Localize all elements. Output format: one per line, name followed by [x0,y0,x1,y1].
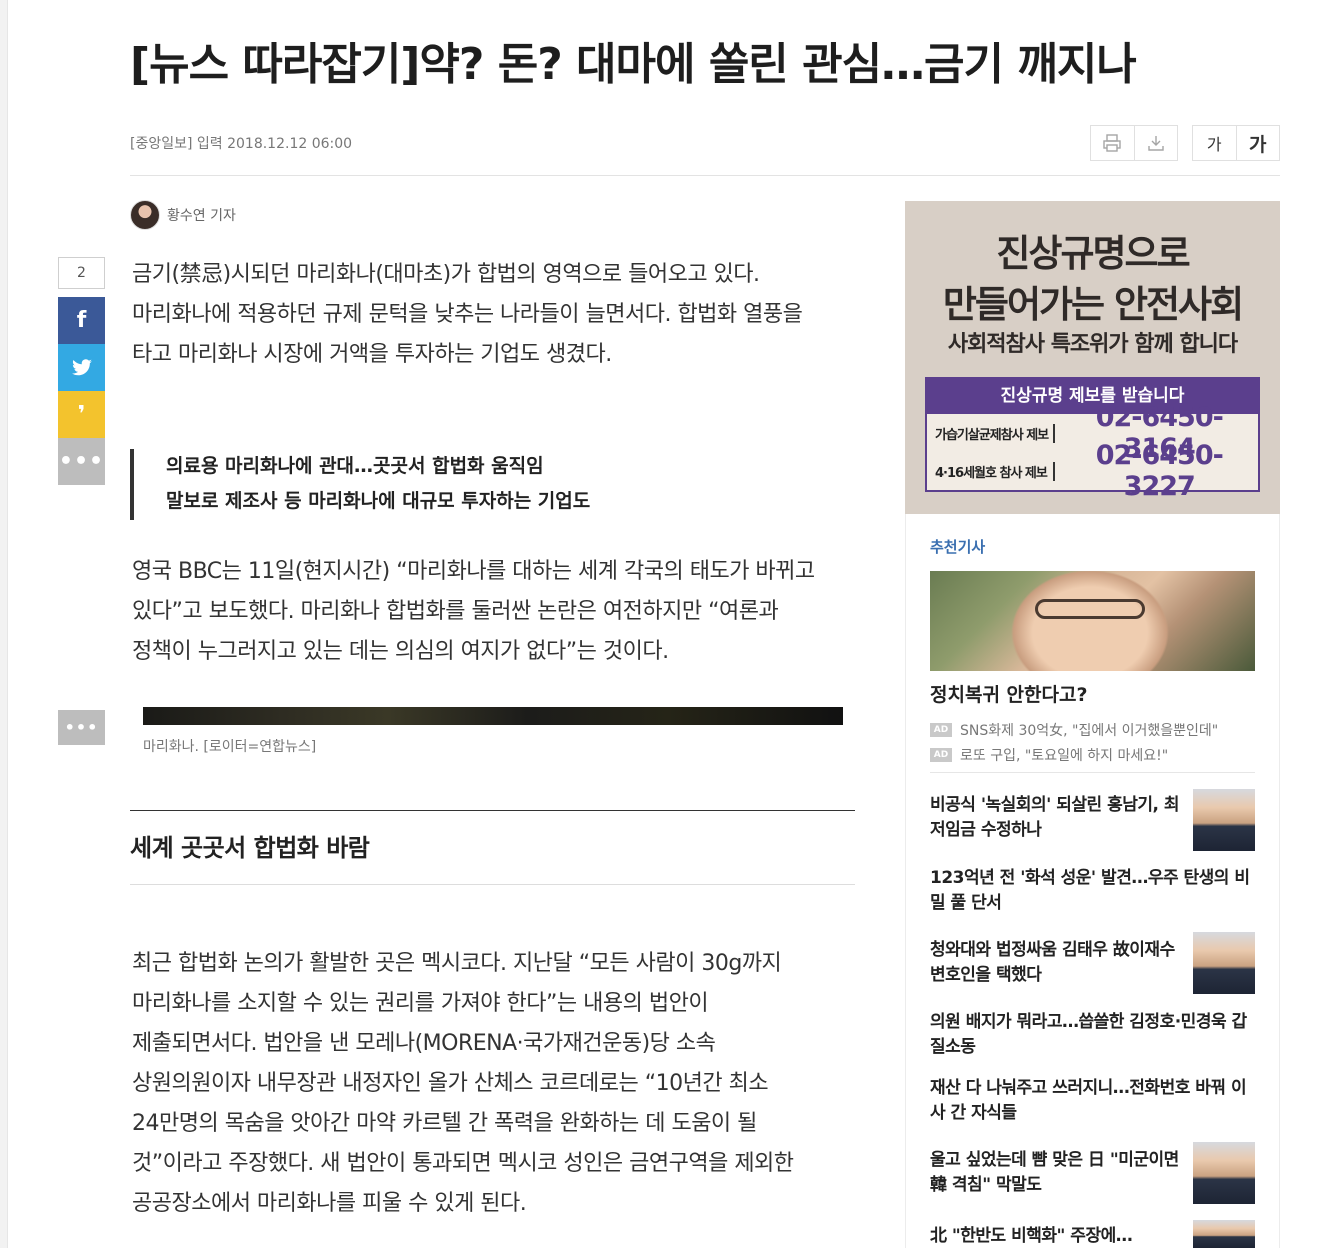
article-photo[interactable] [143,707,843,725]
featured-article-title[interactable]: 정치복귀 안한다고? [930,680,1087,707]
ad-tag: AD [930,748,952,762]
news-item[interactable]: 울고 싶었는데 뺨 맞은 日 "미군이면 韓 격침" 막말도 [930,1142,1255,1204]
print-button[interactable] [1091,126,1134,160]
ad-tag: AD [930,723,952,737]
paragraph-line: 정책이 누그러지고 있는 데는 의심의 여지가 없다”는 것이다. [132,639,669,664]
share-count: 2 [58,257,105,289]
quote-line: 의료용 마리화나에 관대…곳곳서 합법화 움직임 [166,455,544,477]
ad-contact-label: 4·16세월호 참사 제보 [935,461,1055,481]
more-dots-icon: ••• [58,449,105,474]
paragraph-line: 금기(禁忌)시되던 마리화나(대마초)가 합법의 영역으로 들어오고 있다. [132,262,760,287]
quote-line: 말보로 제조사 등 마리화나에 대규모 투자하는 기업도 [166,490,591,512]
twitter-share-button[interactable] [58,344,105,391]
font-size-group: 가 가 [1192,125,1280,161]
ad-contact-row: 4·16세월호 참사 제보 02-6450-3227 [927,440,1258,502]
news-title: 의원 배지가 뭐라고…씁쓸한 김정호·민경욱 갑질소동 [930,1012,1247,1057]
news-title: 울고 싶었는데 뺨 맞은 日 "미군이면 韓 격침" 막말도 [930,1150,1179,1195]
ad-contact-phone: 02-6450-3227 [1095,440,1224,502]
article-headline: [뉴스 따라잡기]약? 돈? 대마에 쏠린 관심…금기 깨지나 [130,39,1137,90]
article-action-group [1090,125,1178,161]
news-item[interactable]: 北 "한반도 비핵화" 주장에… [930,1220,1255,1248]
paragraph-line: 타고 마리화나 시장에 거액을 투자하는 기업도 생겼다. [132,342,612,367]
news-title: 비공식 '녹실회의' 되살린 홍남기, 최저임금 수정하나 [930,795,1180,840]
article-subheading: 세계 곳곳서 합법화 바람 [130,834,370,862]
paragraph-line: 제출되면서다. 법안을 낸 모레나(MORENA·국가재건운동)당 소속 [132,1031,716,1056]
news-item[interactable]: 비공식 '녹실회의' 되살린 홍남기, 최저임금 수정하나 [930,789,1255,851]
paragraph-line: 것”이라고 주장했다. 새 법안이 통과되면 멕시코 성인은 금연구역을 제외한 [132,1151,794,1176]
news-title: 123억년 전 '화석 성운' 발견…우주 탄생의 비밀 풀 단서 [930,868,1250,913]
sponsored-link[interactable]: AD SNS화제 30억女, "집에서 이거했을뿐인데" [930,720,1218,740]
ad-contact-box: 진상규명 제보를 받습니다 가습기살균제참사 제보 02-6450-3164 4… [925,377,1260,502]
paragraph-line: 공공장소에서 마리화나를 피울 수 있게 된다. [132,1191,527,1216]
news-thumbnail [1193,1220,1255,1248]
news-item[interactable]: 재산 다 나눠주고 쓰러지니…전화번호 바꿔 이사 간 자식들 [930,1076,1255,1126]
photo-caption: 마리화나. [로이터=연합뉴스] [143,739,317,755]
ad-headline-2: 만들어가는 안전사회 [942,283,1244,326]
reporter-avatar [130,200,160,230]
news-thumbnail [1193,1142,1255,1204]
paragraph-line: 마리화나를 소지할 수 있는 권리를 가져야 한다”는 내용의 법안이 [132,991,709,1016]
paragraph-line: 있다”고 보도했다. 마리화나 합법화를 둘러싼 논란은 여전하지만 “여론과 [132,599,779,624]
font-larger-button[interactable]: 가 [1235,126,1280,160]
article-paragraph-1: 금기(禁忌)시되던 마리화나(대마초)가 합법의 영역으로 들어오고 있다. 마… [132,255,857,375]
ad-contact-label: 가습기살균제참사 제보 [935,423,1055,443]
photo-more-button[interactable]: ••• [58,710,105,745]
font-smaller-button[interactable]: 가 [1193,126,1236,160]
facebook-share-button[interactable]: f [58,297,105,344]
ad-banner[interactable]: 진상규명으로 만들어가는 안전사회 사회적참사 특조위가 함께 합니다 진상규명… [905,201,1280,514]
glasses-shape [1035,599,1145,619]
sponsored-link[interactable]: AD 로또 구입, "토요일에 하지 마세요!" [930,745,1168,765]
page-left-rule [0,0,8,1248]
twitter-bird-icon [71,358,92,375]
article-byline: [중앙일보] 입력 2018.12.12 06:00 [130,136,353,152]
recommended-label: 추천기사 [930,538,986,556]
paragraph-line: 마리화나에 적용하던 규제 문턱을 낮추는 나라들이 늘면서다. 합법화 열풍을 [132,302,803,327]
summary-quote: 의료용 마리화나에 관대…곳곳서 합법화 움직임 말보로 제조사 등 마리화나에… [130,449,855,520]
printer-icon [1103,134,1121,152]
more-share-button[interactable]: ••• [58,438,105,485]
article-paragraph-2: 영국 BBC는 11일(현지시간) “마리화나를 대하는 세계 각국의 태도가 … [132,552,857,672]
download-button[interactable] [1133,126,1178,160]
paragraph-line: 최근 합법화 논의가 활발한 곳은 멕시코다. 지난달 “모든 사람이 30g까… [132,951,782,976]
sponsored-link-text: 로또 구입, "토요일에 하지 마세요!" [960,748,1169,764]
subheading-rule-top [130,810,855,811]
news-title: 北 "한반도 비핵화" 주장에… [930,1226,1133,1246]
header-divider [130,175,1280,176]
kakaostory-icon: ❜ [77,402,86,427]
news-thumbnail [1193,789,1255,851]
reporter-info[interactable]: 황수연 기자 [130,200,236,230]
sidebar-divider [930,772,1255,773]
reporter-name: 황수연 기자 [167,208,236,224]
sponsored-link-text: SNS화제 30억女, "집에서 이거했을뿐인데" [960,723,1219,739]
ad-headline-1: 진상규명으로 [996,232,1190,275]
paragraph-line: 상원의원이자 내무장관 내정자인 올가 산체스 코르데로는 “10년간 최소 [132,1071,769,1096]
news-title: 재산 다 나눠주고 쓰러지니…전화번호 바꿔 이사 간 자식들 [930,1078,1247,1123]
facebook-icon: f [76,308,87,333]
ad-subline: 사회적참사 특조위가 함께 합니다 [947,332,1238,357]
paragraph-line: 영국 BBC는 11일(현지시간) “마리화나를 대하는 세계 각국의 태도가 … [132,559,815,584]
paragraph-line: 24만명의 목숨을 앗아간 마약 카르텔 간 폭력을 완화하는 데 도움이 될 [132,1111,757,1136]
featured-article-image[interactable] [930,571,1255,671]
news-item[interactable]: 청와대와 법정싸움 김태우 故이재수 변호인을 택했다 [930,932,1255,994]
more-dots-icon: ••• [64,718,99,737]
subheading-rule-bottom [130,884,855,885]
news-item[interactable]: 123억년 전 '화석 성운' 발견…우주 탄생의 비밀 풀 단서 [930,866,1255,916]
news-title: 청와대와 법정싸움 김태우 故이재수 변호인을 택했다 [930,940,1175,985]
share-bar: 2 f ❜ ••• [58,257,105,485]
article-paragraph-3: 최근 합법화 논의가 활발한 곳은 멕시코다. 지난달 “모든 사람이 30g까… [132,944,857,1224]
news-thumbnail [1193,932,1255,994]
download-icon [1148,136,1164,151]
face-shape [1000,571,1180,671]
news-item[interactable]: 의원 배지가 뭐라고…씁쓸한 김정호·민경욱 갑질소동 [930,1010,1255,1060]
kakaostory-share-button[interactable]: ❜ [58,391,105,438]
